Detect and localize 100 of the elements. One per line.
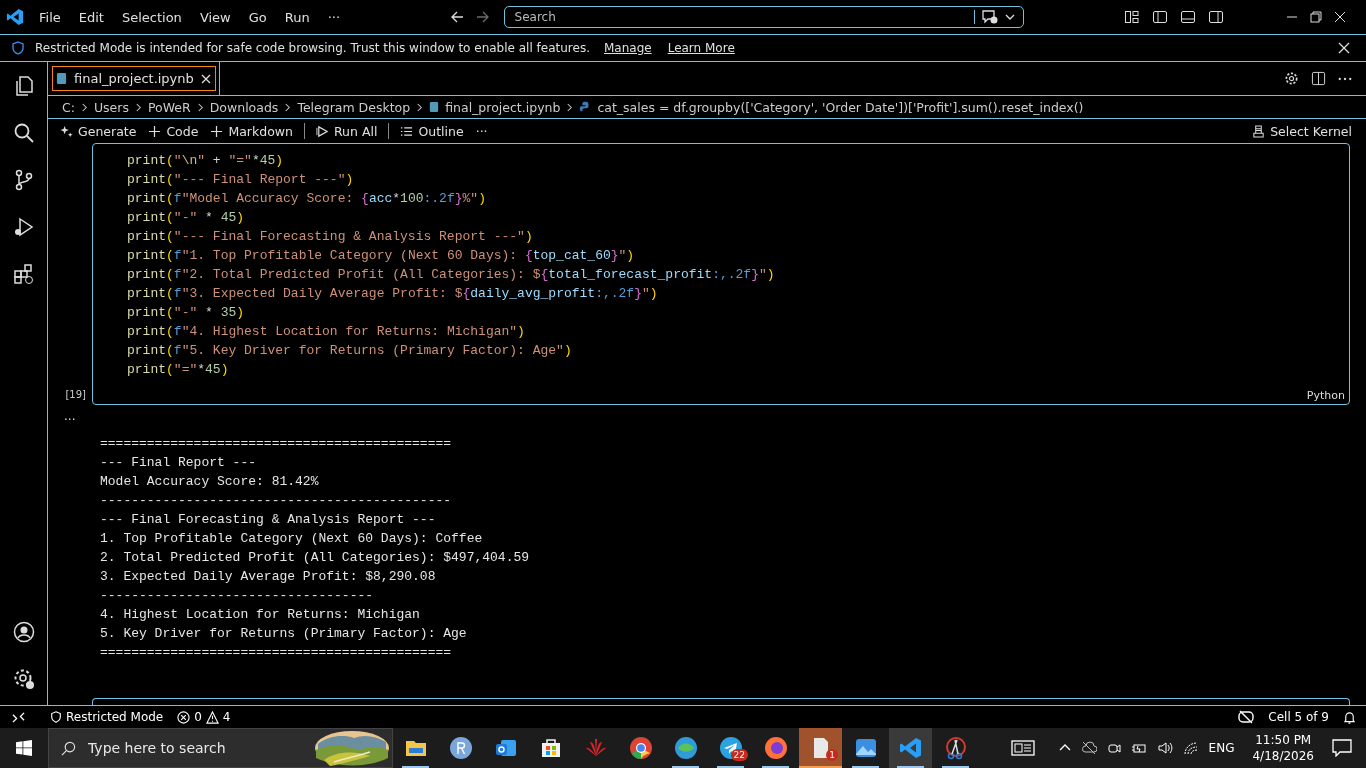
menu-item[interactable]: Edit [69,9,113,25]
code-line: print("-" * 45) [127,209,246,227]
code-cell[interactable] [92,698,1350,705]
output-line: --------------------------------------------- [100,492,453,510]
remote-icon [11,710,25,724]
breadcrumb-item[interactable]: PoWeR [147,99,191,115]
notification-icon[interactable] [1332,739,1352,757]
sidebar-right-icon[interactable] [1208,9,1224,25]
settings-icon[interactable] [1284,71,1299,86]
output-line: 5. Key Driver for Returns (Primary Factor): Age [100,625,468,643]
close-icon[interactable] [1334,11,1346,23]
code-line: print("--- Final Report ---") [127,171,355,189]
bell-icon[interactable] [1343,710,1356,724]
output-menu[interactable]: ··· [64,413,76,427]
windows-logo-icon [16,740,32,756]
restore-icon[interactable] [1310,11,1322,23]
breadcrumb-item[interactable]: Telegram Desktop [297,99,411,115]
banner-link[interactable]: Manage [604,41,652,55]
globe-icon [673,736,698,760]
plus-icon [210,124,224,138]
input-language[interactable]: ENG [1208,741,1235,755]
menu-item[interactable]: Run [275,9,319,25]
select-kernel-button[interactable]: Select Kernel [1248,121,1356,141]
taskbar-app[interactable] [889,728,932,768]
sparkle-icon [60,124,73,138]
layout-icon[interactable] [1124,9,1140,25]
code-cell[interactable] [92,143,1350,405]
menu-item[interactable]: File [30,9,70,25]
menu-item[interactable]: ··· [318,9,350,25]
cell-language[interactable]: Python [1306,389,1345,402]
breadcrumb-item[interactable]: cat_sales = df.groupby(['Category', 'Order Date'])['Profit'].sum().reset_index() [597,99,1084,115]
breadcrumb-item[interactable]: Users [93,99,129,115]
notebook-icon [56,72,67,85]
forward-arrow-icon[interactable] [475,10,490,24]
output-line: --- Final Forecasting & Analysis Report --- [100,511,437,529]
toolbar-button[interactable]: Markdown [206,121,297,141]
shield-icon [11,41,25,55]
output-line: ============================================= [100,644,453,662]
error-icon [177,710,191,724]
cloud-off-icon[interactable] [1080,741,1097,755]
toolbar-button[interactable]: Run All [311,121,382,141]
menu-item[interactable]: View [190,9,240,25]
banner-link[interactable]: Learn More [667,41,735,55]
menu-item[interactable]: Selection [112,9,191,25]
split-editor-icon[interactable] [1311,71,1326,86]
wifi-icon[interactable] [1182,741,1199,755]
volume-icon[interactable] [1156,741,1173,755]
output-line: 1. Top Profitable Category (Next 60 Days): Coffee [100,530,484,548]
search-icon [61,740,76,756]
code-line: print(f"3. Expected Daily Average Profit: ${daily_avg_profit:,.2f}") [127,285,659,303]
output-line: Model Accuracy Score: 81.42% [100,473,320,491]
close-icon[interactable] [1338,42,1350,54]
camera-icon[interactable] [1106,741,1121,755]
restricted-mode-status[interactable]: Restricted Mode [50,710,164,724]
more-icon[interactable] [1338,76,1352,81]
search-bar[interactable]: Search [503,6,1024,28]
search-field[interactable]: Search [512,9,968,25]
output-line: ----------------------------------- [100,587,375,605]
code-line: print(f"5. Key Driver for Returns (Primary Factor): Age") [127,342,573,360]
output-line: ============================================= [100,435,453,453]
server-icon [1252,124,1266,138]
code-line: print("-" * 35) [127,304,246,322]
menu-item[interactable]: Go [239,9,276,25]
chat-icon[interactable] [980,9,999,25]
chevron-right-icon [80,102,88,112]
code-line: print(f"2. Total Predicted Profit (All Categories): ${total_forecast_profit:,.2f}") [127,266,776,284]
output-line: 4. Highest Location for Returns: Michigan [100,606,421,624]
problems-status[interactable]: 0 4 [177,710,231,724]
code-line: print("\n" + "="*45) [127,152,285,170]
news-icon[interactable] [1010,740,1035,756]
taskbar-search-bar[interactable]: Type here to search [48,728,393,768]
breadcrumb-item[interactable]: final_project.ipynb [445,99,561,115]
code-line: print("--- Final Forecasting & Analysis Report ---") [127,228,534,246]
code-line: print(f"1. Top Profitable Category (Next 60 Days): {top_cat_60}") [127,247,636,265]
chevron-down-icon[interactable] [1004,12,1015,22]
clock[interactable]: 11:50 PM 4/18/2026 [1252,732,1314,764]
output-line: --- Final Report --- [100,454,258,472]
toolbar-button[interactable]: ··· [471,121,492,141]
cell-position[interactable]: Cell 5 of 9 [1268,710,1329,724]
account-icon[interactable] [11,620,36,644]
restricted-mode-message: Restricted Mode is intended for safe code browsing. Trust this window to enable all features. [35,41,590,55]
close-icon[interactable] [200,73,211,84]
taskbar-app[interactable]: 22 [709,728,752,768]
run-all-icon [315,124,329,138]
toolbar-button[interactable]: Generate [56,121,141,141]
vscode-logo-icon [6,8,24,26]
battery-icon[interactable] [1130,742,1147,754]
sidebar-left-icon[interactable] [1152,9,1168,25]
toolbar-button[interactable]: Outline [396,121,468,141]
breadcrumb-item[interactable]: Downloads [209,99,279,115]
extensions-icon[interactable] [11,262,36,286]
taskbar-app[interactable]: 1 [799,728,842,768]
taskbar-search-field[interactable]: Type here to search [86,739,304,757]
editor-tab[interactable]: final_project.ipynb [48,62,220,95]
code-line: print(f"Model Accuracy Score: {acc*100:.2f}%") [127,190,487,208]
panel-icon[interactable] [1180,9,1196,25]
breadcrumb-item[interactable]: C: [62,99,75,115]
back-arrow-icon[interactable] [449,10,464,24]
toolbar-button[interactable]: Code [144,121,203,141]
output-line: 2. Total Predicted Profit (All Categories): $497,404.59 [100,549,530,567]
